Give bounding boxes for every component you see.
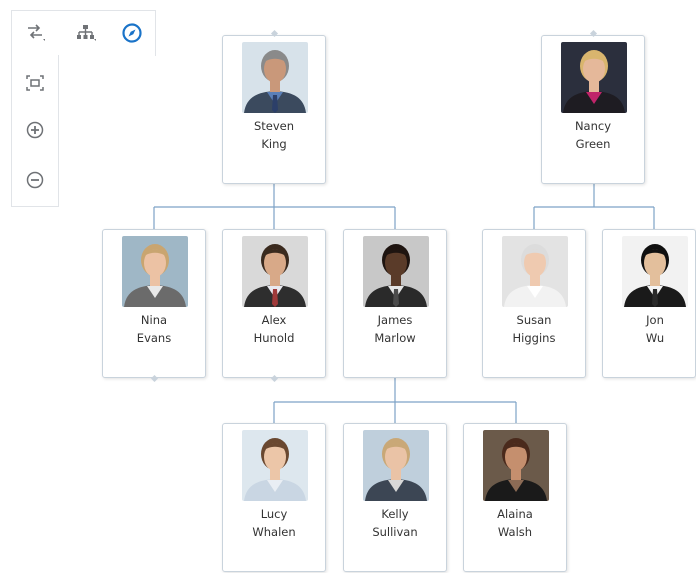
swap-layout-icon — [24, 23, 46, 43]
org-node-kelly-sullivan[interactable]: Kelly Sullivan — [343, 423, 447, 572]
node-first-name: Kelly — [381, 507, 409, 521]
node-last-name: Whalen — [252, 525, 296, 539]
org-node-alaina-walsh[interactable]: Alaina Walsh — [463, 423, 567, 572]
org-node-james-marlow[interactable]: James Marlow — [343, 229, 447, 378]
node-first-name: Jon — [646, 313, 664, 327]
org-node-nancy-green[interactable]: Nancy Green — [541, 35, 645, 184]
avatar — [561, 42, 627, 113]
navigate-button[interactable] — [117, 18, 147, 48]
zoom-out-icon — [24, 169, 46, 191]
compass-icon — [121, 22, 143, 44]
avatar — [122, 236, 188, 307]
avatar — [242, 430, 308, 501]
avatar — [622, 236, 688, 307]
node-last-name: King — [261, 137, 287, 151]
org-node-steven-king[interactable]: Steven King — [222, 35, 326, 184]
avatar — [242, 42, 308, 113]
node-last-name: Walsh — [497, 525, 533, 539]
node-last-name: Evans — [136, 331, 172, 345]
node-first-name: Steven — [253, 119, 295, 133]
org-node-susan-higgins[interactable]: Susan Higgins — [482, 229, 586, 378]
avatar — [483, 430, 549, 501]
avatar — [363, 236, 429, 307]
layout-switch-button[interactable] — [20, 18, 50, 48]
node-last-name: Green — [575, 137, 611, 151]
zoom-in-icon — [24, 119, 46, 141]
zoom-out-button[interactable] — [20, 165, 50, 195]
node-last-name: Hunold — [253, 331, 295, 345]
node-first-name: Nina — [140, 313, 168, 327]
node-first-name: Nancy — [574, 119, 612, 133]
avatar — [363, 430, 429, 501]
node-first-name: Alex — [261, 313, 287, 327]
zoom-in-button[interactable] — [20, 115, 50, 145]
node-last-name: Higgins — [512, 331, 556, 345]
node-first-name: Susan — [516, 313, 552, 327]
zoom-to-fit-icon — [24, 73, 46, 93]
diagram-toolbar — [11, 10, 157, 207]
avatar — [502, 236, 568, 307]
node-last-name: Marlow — [374, 331, 416, 345]
org-hierarchy-icon — [75, 23, 97, 43]
org-node-nina-evans[interactable]: Nina Evans — [102, 229, 206, 378]
node-first-name: Lucy — [260, 507, 288, 521]
org-node-jon-wu[interactable]: Jon Wu — [602, 229, 696, 378]
node-last-name: Wu — [645, 331, 665, 345]
org-node-alex-hunold[interactable]: Alex Hunold — [222, 229, 326, 378]
zoom-to-fit-button[interactable] — [20, 68, 50, 98]
node-first-name: Alaina — [497, 507, 533, 521]
node-last-name: Sullivan — [372, 525, 418, 539]
avatar — [242, 236, 308, 307]
hierarchy-layout-button[interactable] — [71, 18, 101, 48]
node-first-name: James — [377, 313, 413, 327]
org-node-lucy-whalen[interactable]: Lucy Whalen — [222, 423, 326, 572]
